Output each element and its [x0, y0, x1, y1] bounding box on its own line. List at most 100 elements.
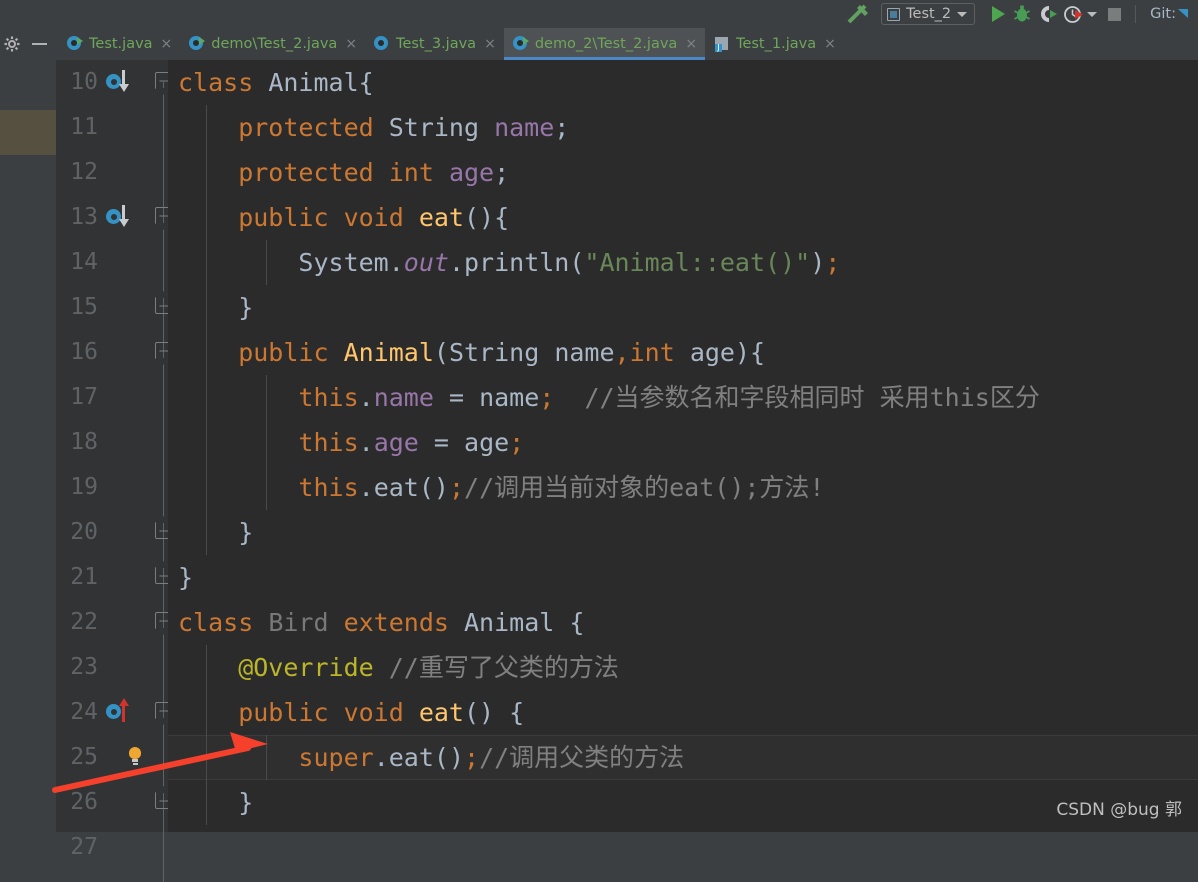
editor-tab-label: demo\Test_2.java: [211, 36, 338, 52]
code-token-fld: age: [448, 158, 495, 187]
indent-guide: [206, 420, 207, 465]
run-configuration-selector[interactable]: Test_2: [881, 3, 976, 25]
code-token-pn: ;: [554, 113, 570, 142]
code-token-pn: = name: [433, 383, 540, 412]
line-number: 15: [70, 294, 98, 320]
indent-guide: [266, 735, 267, 780]
code-token-kw: int: [629, 338, 690, 367]
code-token-kw: public void: [178, 698, 419, 727]
overridden-method-icon[interactable]: [106, 195, 140, 240]
code-line[interactable]: }: [178, 510, 1198, 555]
code-token-kw: protected: [178, 113, 389, 142]
code-token-kw: this: [298, 473, 359, 502]
run-button[interactable]: [985, 2, 1011, 26]
code-token-kw: protected int: [178, 158, 449, 187]
code-line[interactable]: public void eat(){: [178, 195, 1198, 240]
indent-guide: [206, 240, 207, 285]
stop-button[interactable]: [1101, 2, 1127, 26]
code-token-pn: () {: [463, 698, 525, 727]
overridden-method-icon[interactable]: [106, 60, 140, 105]
code-token-pn: ;: [494, 158, 510, 187]
editor-tab-strip: Test.java × demo\Test_2.java × Test_3.java × d…: [0, 28, 1198, 60]
code-token-pn: [178, 473, 298, 502]
line-number: 26: [70, 789, 98, 815]
code-line[interactable]: }: [178, 780, 1198, 825]
debug-button[interactable]: [1011, 2, 1037, 26]
editor-tab-2[interactable]: Test_3.java ×: [365, 28, 504, 60]
code-token-typ: String: [448, 338, 555, 367]
tool-window-header-actions: [0, 28, 58, 60]
chevron-down-icon[interactable]: [1087, 11, 1098, 17]
code-line[interactable]: protected String name;: [178, 105, 1198, 150]
editor-tab-label: Test_3.java: [396, 36, 477, 52]
indent-guide: [206, 510, 207, 555]
code-line[interactable]: class Bird extends Animal {: [178, 600, 1198, 645]
code-line[interactable]: System.out.println("Animal::eat()");: [178, 240, 1198, 285]
code-token-cmt: //调用当前对象的eat();方法!: [464, 473, 825, 502]
code-token-pn: (: [433, 338, 449, 367]
indent-guide: [266, 465, 267, 510]
code-line[interactable]: }: [178, 285, 1198, 330]
tabs-container: Test.java × demo\Test_2.java × Test_3.java × d…: [58, 28, 844, 60]
method-marker-dot: [106, 704, 121, 719]
toolbar-divider: [1135, 5, 1137, 23]
code-line[interactable]: this.name = name; //当参数名和字段相同时 采用this区分: [178, 375, 1198, 420]
code-text-area[interactable]: class Animal{ protected String name; pro…: [168, 60, 1198, 832]
code-token-pn: ){: [734, 338, 766, 367]
editor-tab-4[interactable]: J Test_1.java ×: [705, 28, 844, 60]
code-token-pn: = age: [418, 428, 510, 457]
editor-tab-3[interactable]: demo_2\Test_2.java ×: [503, 28, 706, 60]
code-token-pn: .println(: [448, 248, 585, 277]
code-token-pn: {: [554, 608, 585, 637]
code-token-grey: Bird: [268, 608, 344, 637]
debug-icon: [1014, 5, 1031, 22]
indent-guide: [206, 735, 207, 780]
indent-guide: [206, 375, 207, 420]
tab-close-icon[interactable]: ×: [161, 37, 173, 51]
code-line[interactable]: class Animal{: [178, 60, 1198, 105]
editor-tab-0[interactable]: Test.java ×: [58, 28, 180, 60]
tab-close-icon[interactable]: ×: [685, 37, 697, 51]
profile-button[interactable]: [1063, 2, 1098, 26]
arrow-up-icon: [118, 698, 129, 722]
git-update-button[interactable]: [1176, 2, 1194, 26]
editor-tab-label: Test_1.java: [736, 36, 817, 52]
code-line[interactable]: this.age = age;: [178, 420, 1198, 465]
code-token-kw: ;: [509, 428, 525, 457]
code-token-pn: ): [810, 248, 826, 277]
tab-close-icon[interactable]: ×: [824, 37, 836, 51]
gear-icon[interactable]: [4, 36, 20, 52]
indent-guide: [266, 420, 267, 465]
overriding-method-icon[interactable]: [106, 690, 140, 735]
code-token-ann: @Override: [178, 653, 374, 682]
code-token-pn: }: [178, 293, 254, 322]
hammer-icon[interactable]: [845, 2, 873, 26]
code-line[interactable]: public void eat() {: [178, 690, 1198, 735]
editor-gutter[interactable]: 10 11 12 13 14 15 16 17 18 19 20 21 22 23 24 25 26 27: [56, 60, 174, 882]
code-line[interactable]: this.eat();//调用当前对象的eat();方法!: [178, 465, 1198, 510]
tab-close-icon[interactable]: ×: [345, 37, 357, 51]
indent-guide: [206, 465, 207, 510]
editor-tab-label: demo_2\Test_2.java: [534, 36, 678, 52]
line-number: 21: [70, 564, 98, 590]
code-editor[interactable]: 10 11 12 13 14 15 16 17 18 19 20 21 22 23 24 25 26 27 cla…: [0, 60, 1198, 882]
code-line[interactable]: }: [178, 555, 1198, 600]
java-runnable-class-icon: [189, 36, 206, 52]
code-line[interactable]: protected int age;: [178, 150, 1198, 195]
line-number: 20: [70, 519, 98, 545]
java-file-icon: J: [714, 36, 730, 52]
code-line[interactable]: @Override //重写了父类的方法: [178, 645, 1198, 690]
minimize-icon[interactable]: [32, 43, 47, 45]
editor-tab-1[interactable]: demo\Test_2.java ×: [180, 28, 365, 60]
tab-close-icon[interactable]: ×: [484, 37, 496, 51]
run-with-coverage-button[interactable]: [1037, 2, 1063, 26]
left-strip-highlight: [0, 110, 56, 155]
code-line[interactable]: super.eat();//调用父类的方法: [178, 735, 1198, 780]
code-token-typ: System: [178, 248, 389, 277]
code-token-kw: ;: [464, 743, 480, 772]
code-line[interactable]: public Animal(String name,int age){: [178, 330, 1198, 375]
line-number: 17: [70, 384, 98, 410]
indent-guide: [266, 375, 267, 420]
profiler-icon: [1064, 5, 1084, 23]
chevron-down-icon[interactable]: [957, 11, 968, 17]
